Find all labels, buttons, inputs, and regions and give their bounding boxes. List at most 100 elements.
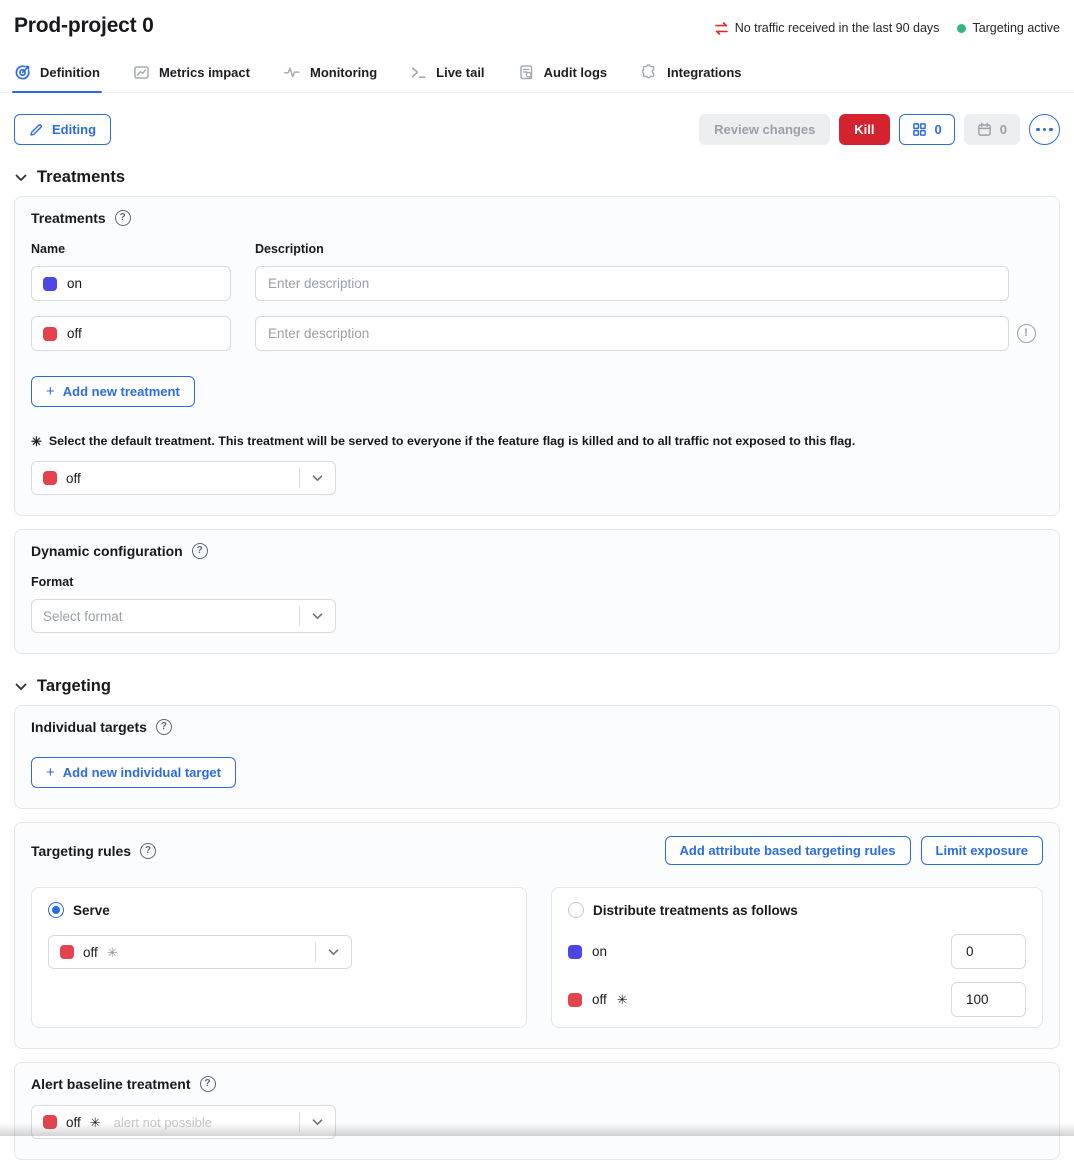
treatments-section-header[interactable]: Treatments — [14, 168, 1060, 187]
add-new-treatment-button[interactable]: + Add new treatment — [31, 376, 195, 407]
warning-icon[interactable]: ! — [1017, 324, 1036, 343]
traffic-arrows-icon — [714, 22, 729, 35]
individual-targets-card: Individual targets ? + Add new individua… — [14, 705, 1060, 809]
chevron-down-icon — [300, 1116, 335, 1129]
treatment-color-swatch — [568, 993, 582, 1007]
target-icon — [14, 64, 31, 81]
add-attribute-rules-button[interactable]: Add attribute based targeting rules — [665, 836, 911, 865]
treatment-color-swatch — [43, 471, 57, 485]
default-treatment-value: off — [66, 471, 81, 486]
kill-button[interactable]: Kill — [839, 114, 889, 145]
individual-targets-title: Individual targets — [31, 719, 147, 735]
alert-baseline-select[interactable]: off ✳ alert not possible — [31, 1105, 336, 1139]
serve-radio[interactable] — [48, 902, 64, 918]
alert-baseline-value: off — [66, 1115, 81, 1130]
terminal-icon — [410, 64, 427, 81]
editing-button[interactable]: Editing — [14, 114, 111, 145]
grid-icon — [912, 122, 927, 137]
help-icon[interactable]: ? — [140, 843, 156, 859]
treatment-row: off ! — [31, 316, 1043, 351]
tab-monitoring[interactable]: Monitoring — [283, 63, 377, 92]
treatment-description-input[interactable] — [255, 266, 1009, 301]
tab-audit-logs[interactable]: Audit logs — [518, 63, 608, 92]
tab-label: Metrics impact — [159, 65, 250, 80]
treatment-name-field[interactable]: off — [31, 316, 231, 351]
treatment-color-swatch — [43, 327, 57, 341]
review-changes-button[interactable]: Review changes — [699, 114, 830, 145]
chevron-down-icon — [316, 946, 351, 959]
kill-label: Kill — [854, 122, 874, 137]
help-icon[interactable]: ? — [156, 719, 172, 735]
treatments-section-title: Treatments — [37, 168, 125, 187]
serve-treatment-select[interactable]: off ✳ — [48, 935, 352, 969]
dynamic-configuration-card: Dynamic configuration ? Format Select fo… — [14, 529, 1060, 654]
toolbar-right-group: Review changes Kill 0 0 — [699, 114, 1060, 145]
treatment-color-swatch — [43, 277, 57, 291]
targeting-section-header[interactable]: Targeting — [14, 677, 1060, 696]
limit-exposure-button[interactable]: Limit exposure — [921, 836, 1043, 865]
editing-label: Editing — [52, 122, 96, 137]
alert-baseline-card: Alert baseline treatment ? off ✳ alert n… — [14, 1062, 1060, 1160]
schedule-button[interactable]: 0 — [964, 114, 1020, 145]
tab-definition[interactable]: Definition — [14, 63, 100, 92]
add-individual-target-button[interactable]: + Add new individual target — [31, 757, 236, 788]
pulse-icon — [283, 64, 301, 81]
add-new-treatment-label: Add new treatment — [63, 384, 180, 399]
limit-exposure-label: Limit exposure — [936, 843, 1028, 858]
tab-label: Monitoring — [310, 65, 377, 80]
help-icon[interactable]: ? — [200, 1076, 216, 1092]
serve-treatment-value: off — [83, 945, 98, 960]
treatments-card: Treatments ? Name Description on off ! +… — [14, 196, 1060, 516]
default-treatment-note: ✳ Select the default treatment. This tre… — [31, 434, 1043, 448]
serve-label: Serve — [73, 903, 110, 918]
tab-integrations[interactable]: Integrations — [640, 63, 741, 92]
percentage-input[interactable] — [951, 934, 1026, 969]
versions-button[interactable]: 0 — [899, 114, 955, 145]
dynamic-configuration-title: Dynamic configuration — [31, 543, 183, 559]
audit-log-icon — [518, 64, 535, 81]
traffic-message: No traffic received in the last 90 days — [735, 21, 940, 35]
targeting-section-title: Targeting — [37, 677, 111, 696]
tab-label: Integrations — [667, 65, 741, 80]
format-select[interactable]: Select format — [31, 599, 336, 633]
tab-live-tail[interactable]: Live tail — [410, 63, 484, 92]
percentage-input[interactable] — [951, 982, 1026, 1017]
distribute-radio[interactable] — [568, 902, 584, 918]
alert-baseline-title: Alert baseline treatment — [31, 1076, 191, 1092]
treatment-color-swatch — [568, 945, 582, 959]
top-bar: Prod-project 0 No traffic received in th… — [0, 0, 1074, 38]
help-icon[interactable]: ? — [115, 210, 131, 226]
name-column-label: Name — [31, 242, 231, 256]
tab-label: Definition — [40, 65, 100, 80]
plus-icon: + — [46, 383, 55, 400]
distribute-radio-row[interactable]: Distribute treatments as follows — [568, 902, 1026, 918]
distribute-label: Distribute treatments as follows — [593, 903, 798, 918]
tab-bar: Definition Metrics impact Monitoring Liv… — [0, 63, 1074, 93]
page-title: Prod-project 0 — [14, 14, 154, 38]
status-dot-icon — [957, 24, 966, 33]
targeting-rules-title: Targeting rules — [31, 843, 131, 859]
tab-label: Audit logs — [544, 65, 608, 80]
treatment-name: off — [67, 326, 82, 341]
chevron-down-icon — [300, 472, 335, 485]
distribute-row: off ✳ — [568, 982, 1026, 1017]
format-label: Format — [31, 575, 1043, 589]
tab-label: Live tail — [436, 65, 484, 80]
alert-baseline-hint: alert not possible — [114, 1115, 212, 1130]
treatment-name-field[interactable]: on — [31, 266, 231, 301]
treatments-column-headers: Name Description — [31, 242, 1043, 256]
schedule-count: 0 — [1000, 122, 1007, 137]
targeting-status-label: Targeting active — [972, 21, 1060, 35]
default-marker-icon: ✳ — [90, 1116, 101, 1129]
tab-metrics-impact[interactable]: Metrics impact — [133, 63, 250, 92]
serve-radio-row[interactable]: Serve — [48, 902, 510, 918]
treatment-description-input[interactable] — [255, 316, 1009, 351]
line-chart-icon — [133, 64, 150, 81]
chevron-down-icon — [14, 680, 28, 694]
default-treatment-select[interactable]: off — [31, 461, 336, 495]
add-individual-target-label: Add new individual target — [63, 765, 221, 780]
help-icon[interactable]: ? — [192, 543, 208, 559]
puzzle-icon — [640, 63, 658, 81]
versions-count: 0 — [935, 122, 942, 137]
more-options-button[interactable] — [1029, 114, 1060, 145]
